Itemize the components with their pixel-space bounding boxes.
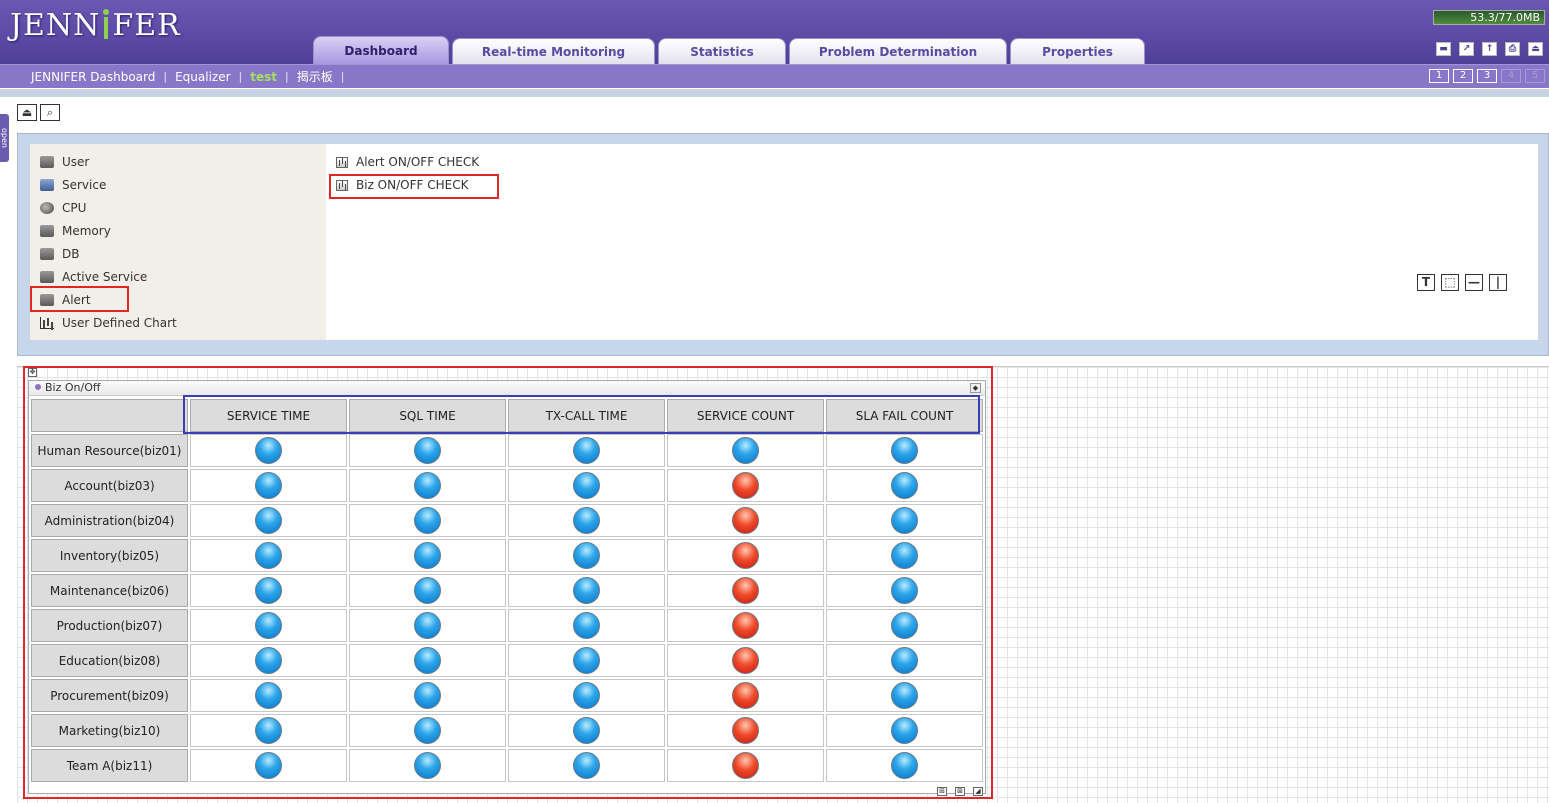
component-alert-onoff-check[interactable]: Alert ON/OFF CHECK — [336, 152, 479, 172]
subnav-bulletin[interactable]: 揭示板 — [289, 68, 341, 85]
page-1-button[interactable]: 1 — [1429, 69, 1449, 83]
upload-icon[interactable]: ↑ — [1482, 42, 1497, 56]
subnav-test[interactable]: test — [242, 70, 285, 84]
zoom-icon[interactable]: ⌕ — [40, 104, 60, 121]
dashboard-subnav: JENNIFER Dashboard | Equalizer | test | … — [0, 64, 1549, 88]
jennifer-logo[interactable]: JENN FER — [10, 8, 181, 43]
database-icon — [40, 248, 54, 260]
close-icon[interactable]: ⊠ — [955, 787, 965, 796]
subnav-equalizer[interactable]: Equalizer — [167, 70, 238, 84]
widget-selection-highlight — [23, 366, 993, 799]
menu-item-label: User — [62, 155, 90, 169]
component-item-list: Alert ON/OFF CHECK Biz ON/OFF CHECK — [326, 144, 1538, 340]
component-panel: User Service CPU Memory DB Active Servic… — [17, 133, 1549, 356]
resize-handle-icon[interactable]: ◢ — [973, 787, 983, 796]
tab-realtime-monitoring[interactable]: Real-time Monitoring — [452, 38, 655, 64]
text-tool-icon[interactable]: T — [1417, 274, 1435, 291]
main-tabs: Dashboard Real-time Monitoring Statistic… — [313, 36, 1148, 64]
logout-icon[interactable]: ⏏ — [1528, 42, 1543, 56]
page-selector: 1 2 3 4 5 — [1429, 69, 1545, 83]
page-4-button[interactable]: 4 — [1501, 69, 1521, 83]
tab-problem-determination[interactable]: Problem Determination — [789, 38, 1007, 64]
cpu-icon — [40, 202, 54, 214]
alert-selection-highlight — [30, 286, 129, 312]
editor-toolbar: ⏏ ⌕ — [17, 104, 60, 121]
menu-item-user-defined-chart[interactable]: User Defined Chart — [40, 313, 177, 333]
component-label: Alert ON/OFF CHECK — [356, 155, 480, 169]
menu-item-label: Memory — [62, 224, 111, 238]
tab-dashboard[interactable]: Dashboard — [313, 36, 449, 64]
minimize-icon[interactable]: ▬ — [1436, 42, 1451, 56]
collapse-panel-icon[interactable]: ⏏ — [17, 104, 37, 121]
service-icon — [40, 179, 54, 191]
logo-figure-icon — [100, 9, 112, 39]
horizontal-line-tool-icon[interactable]: — — [1465, 274, 1483, 291]
fit-icon[interactable]: ⊞ — [937, 787, 947, 796]
menu-item-label: Active Service — [62, 270, 148, 284]
active-service-icon — [40, 271, 54, 283]
users-icon — [40, 156, 54, 168]
menu-item-label: User Defined Chart — [62, 316, 177, 330]
bar-chart-icon — [40, 317, 54, 329]
biz-check-selection-highlight — [329, 174, 499, 199]
app-header: JENN FER 53.3/77.0MB ▬ ↗ ↑ ⎙ ⏏ Dashboard … — [0, 0, 1549, 64]
page-2-button[interactable]: 2 — [1453, 69, 1473, 83]
menu-item-active-service[interactable]: Active Service — [40, 267, 147, 287]
box-tool-icon[interactable]: ⬚ — [1441, 274, 1459, 291]
sidebar-open-toggle[interactable]: open — [0, 114, 9, 162]
popout-icon[interactable]: ↗ — [1459, 42, 1474, 56]
subnav-jennifer-dashboard[interactable]: JENNIFER Dashboard — [23, 70, 163, 84]
print-icon[interactable]: ⎙ — [1505, 42, 1520, 56]
menu-item-user[interactable]: User — [40, 152, 89, 172]
tab-statistics[interactable]: Statistics — [658, 38, 786, 64]
subnav-separator: | — [340, 70, 345, 83]
menu-item-service[interactable]: Service — [40, 175, 106, 195]
component-category-list: User Service CPU Memory DB Active Servic… — [30, 144, 326, 340]
menu-item-memory[interactable]: Memory — [40, 221, 111, 241]
tab-properties[interactable]: Properties — [1010, 38, 1145, 64]
subnav-divider-band — [0, 89, 1549, 97]
widget-footer-tools: ⊞ ⊠ ◢ — [937, 787, 983, 796]
drawing-tools: T ⬚ — | — [1417, 274, 1507, 291]
chart-icon — [336, 156, 348, 168]
memory-usage-meter: 53.3/77.0MB — [1433, 10, 1545, 25]
memory-icon — [40, 225, 54, 237]
menu-item-label: DB — [62, 247, 80, 261]
page-5-button[interactable]: 5 — [1525, 69, 1545, 83]
vertical-line-tool-icon[interactable]: | — [1489, 274, 1507, 291]
menu-item-label: CPU — [62, 201, 87, 215]
menu-item-label: Service — [62, 178, 107, 192]
menu-item-db[interactable]: DB — [40, 244, 79, 264]
menu-item-cpu[interactable]: CPU — [40, 198, 86, 218]
page-3-button[interactable]: 3 — [1477, 69, 1497, 83]
